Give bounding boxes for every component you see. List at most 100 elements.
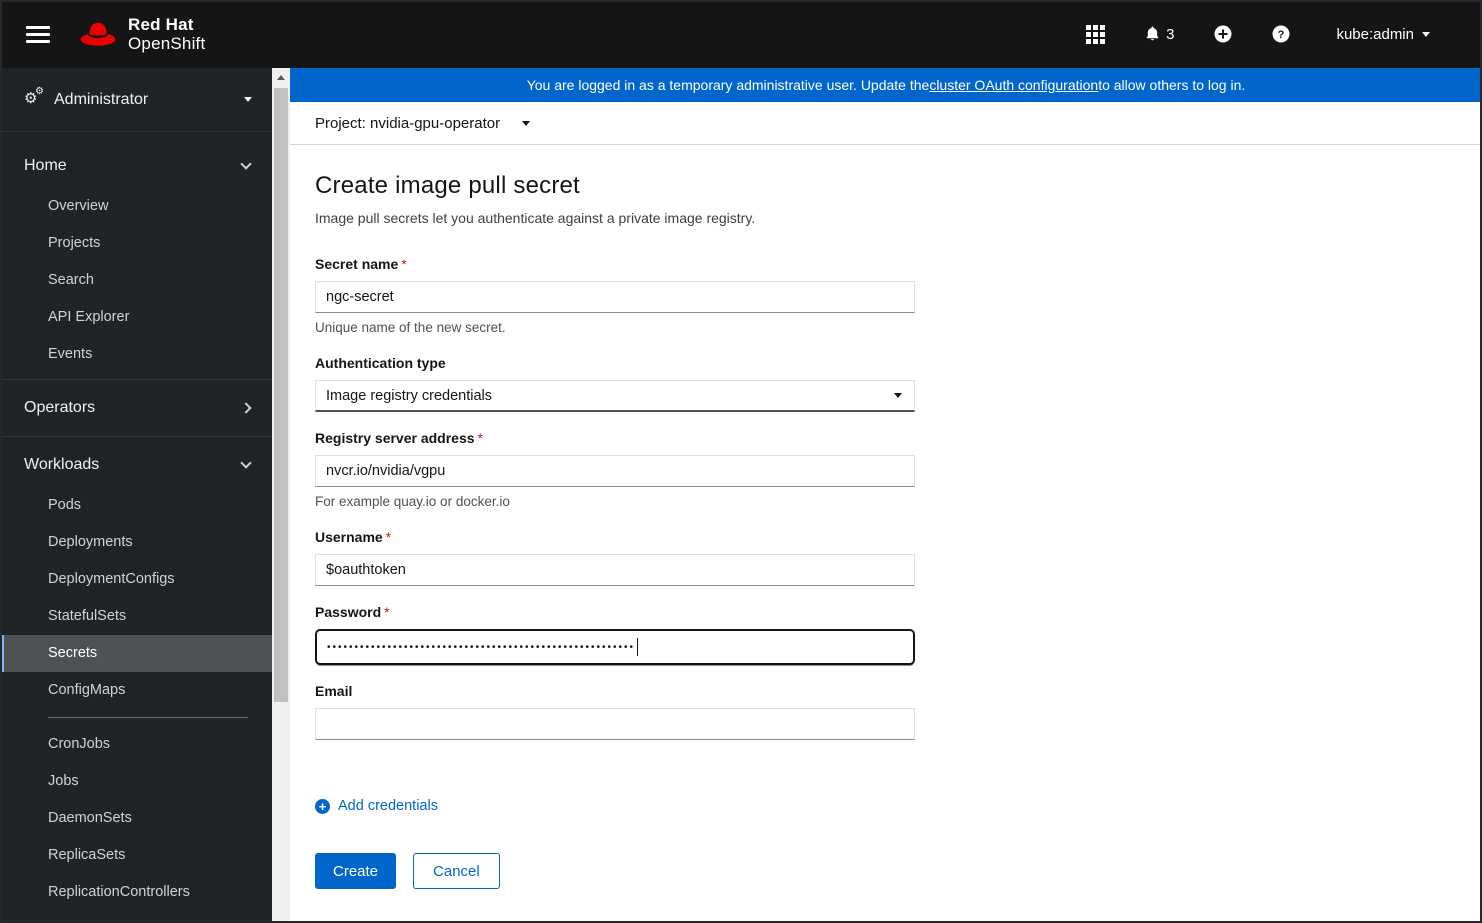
plus-circle-icon: + bbox=[315, 798, 330, 814]
auth-type-label: Authentication type bbox=[315, 355, 446, 371]
sidebar-item-replicationcontrollers[interactable]: ReplicationControllers bbox=[0, 874, 272, 911]
sidebar-item-deploymentconfigs[interactable]: DeploymentConfigs bbox=[0, 561, 272, 598]
scroll-up-arrow-icon[interactable] bbox=[277, 75, 285, 80]
nav-section-operators[interactable]: Operators bbox=[0, 386, 272, 430]
question-circle-icon: ? bbox=[1272, 25, 1290, 43]
masthead: Red Hat OpenShift 3 ? kube:admin bbox=[0, 0, 1482, 68]
password-input[interactable]: ••••••••••••••••••••••••••••••••••••••••… bbox=[315, 629, 915, 665]
sidebar-item-deployments[interactable]: Deployments bbox=[0, 524, 272, 561]
scrollbar-thumb[interactable] bbox=[274, 88, 288, 702]
masthead-toolbar: 3 ? kube:admin bbox=[1046, 24, 1430, 44]
add-credentials-button[interactable]: + Add credentials bbox=[315, 798, 438, 814]
required-asterisk: * bbox=[384, 604, 390, 620]
username-label: Username * bbox=[315, 529, 392, 545]
nav-section-label: Workloads bbox=[24, 456, 100, 473]
banner-text-after: to allow others to log in. bbox=[1098, 77, 1246, 93]
banner-text-before: You are logged in as a temporary adminis… bbox=[526, 77, 930, 93]
form-actions: Create Cancel bbox=[315, 853, 915, 889]
notification-count: 3 bbox=[1166, 25, 1175, 43]
notifications-button[interactable]: 3 bbox=[1145, 26, 1174, 43]
nav-divider bbox=[0, 436, 272, 437]
registry-address-input[interactable] bbox=[315, 455, 915, 487]
red-hat-icon bbox=[80, 22, 116, 46]
sidebar-item-replicasets[interactable]: ReplicaSets bbox=[0, 837, 272, 874]
chevron-down-icon bbox=[240, 457, 252, 469]
nav-divider-inset bbox=[48, 717, 248, 718]
chevron-right-icon bbox=[240, 402, 252, 414]
project-dropdown[interactable]: Project: nvidia-gpu-operator bbox=[315, 115, 500, 132]
brand-logo[interactable]: Red Hat OpenShift bbox=[78, 15, 205, 53]
perspective-switcher[interactable]: ⚙ ⚙ Administrator bbox=[0, 68, 272, 132]
sidebar: ⚙ ⚙ Administrator Home Overview Projects… bbox=[0, 68, 272, 923]
caret-down-icon bbox=[1422, 31, 1430, 37]
sidebar-item-secrets[interactable]: Secrets bbox=[0, 635, 272, 672]
caret-down-icon[interactable] bbox=[522, 120, 531, 126]
registry-address-help: For example quay.io or docker.io bbox=[315, 494, 510, 509]
nav-section-workloads[interactable]: Workloads bbox=[0, 443, 272, 487]
help-button[interactable]: ? bbox=[1272, 25, 1290, 43]
oauth-configuration-link[interactable]: cluster OAuth configuration bbox=[929, 77, 1098, 93]
cogs-icon: ⚙ ⚙ bbox=[24, 85, 44, 107]
perspective-label: Administrator bbox=[54, 90, 149, 108]
main-area: You are logged in as a temporary adminis… bbox=[290, 68, 1482, 923]
sidebar-item-jobs[interactable]: Jobs bbox=[0, 763, 272, 800]
registry-address-group: Registry server address* For example qua… bbox=[315, 429, 915, 511]
brand-text: Red Hat OpenShift bbox=[128, 15, 205, 53]
sidebar-item-pods[interactable]: Pods bbox=[0, 487, 272, 524]
bell-icon bbox=[1146, 26, 1159, 41]
nav-divider bbox=[0, 379, 272, 380]
caret-down-icon bbox=[244, 97, 252, 102]
password-label: Password * bbox=[315, 604, 390, 620]
add-credentials-label: Add credentials bbox=[338, 798, 438, 814]
caret-down-icon bbox=[894, 393, 902, 398]
project-bar: Project: nvidia-gpu-operator bbox=[290, 102, 1482, 145]
brand-line2: OpenShift bbox=[128, 34, 206, 53]
create-secret-form: Secret name* Unique name of the new secr… bbox=[315, 255, 915, 889]
secret-name-help: Unique name of the new secret. bbox=[315, 320, 506, 335]
page-content: Create image pull secret Image pull secr… bbox=[290, 145, 1482, 889]
secret-name-input[interactable] bbox=[315, 281, 915, 313]
app-launcher-button[interactable] bbox=[1086, 24, 1106, 44]
registry-address-label: Registry server address * bbox=[315, 430, 483, 446]
password-masked-value: ••••••••••••••••••••••••••••••••••••••••… bbox=[327, 641, 636, 653]
required-asterisk: * bbox=[401, 256, 407, 272]
page-title: Create image pull secret bbox=[315, 172, 580, 199]
nav-section-label: Operators bbox=[24, 399, 96, 416]
sidebar-scrollbar[interactable] bbox=[272, 68, 290, 923]
auth-type-select[interactable]: Image registry credentials bbox=[315, 380, 915, 412]
username: kube:admin bbox=[1336, 25, 1414, 43]
sidebar-item-configmaps[interactable]: ConfigMaps bbox=[0, 672, 272, 709]
email-label: Email bbox=[315, 683, 353, 699]
sidebar-item-api-explorer[interactable]: API Explorer bbox=[0, 299, 272, 336]
user-menu[interactable]: kube:admin bbox=[1336, 26, 1430, 43]
text-cursor bbox=[637, 638, 639, 656]
sidebar-nav: Home Overview Projects Search API Explor… bbox=[0, 132, 272, 911]
sidebar-item-daemonsets[interactable]: DaemonSets bbox=[0, 800, 272, 837]
chevron-down-icon bbox=[240, 158, 252, 170]
auth-type-group: Authentication type Image registry crede… bbox=[315, 354, 915, 412]
sidebar-item-cronjobs[interactable]: CronJobs bbox=[0, 726, 272, 763]
sidebar-item-search[interactable]: Search bbox=[0, 262, 272, 299]
create-button[interactable]: Create bbox=[315, 853, 397, 889]
nav-section-home[interactable]: Home bbox=[0, 144, 272, 188]
menu-toggle-icon[interactable] bbox=[22, 22, 54, 47]
required-asterisk: * bbox=[477, 430, 483, 446]
import-button[interactable] bbox=[1214, 25, 1232, 43]
login-banner: You are logged in as a temporary adminis… bbox=[290, 68, 1482, 102]
email-group: Email bbox=[315, 682, 915, 740]
username-group: Username * bbox=[315, 528, 915, 586]
sidebar-item-projects[interactable]: Projects bbox=[0, 225, 272, 262]
nav-section-label: Home bbox=[24, 157, 67, 174]
auth-type-selected-value: Image registry credentials bbox=[326, 387, 493, 404]
secret-name-label: Secret name * bbox=[315, 256, 407, 272]
cancel-button[interactable]: Cancel bbox=[413, 853, 500, 889]
sidebar-item-statefulsets[interactable]: StatefulSets bbox=[0, 598, 272, 635]
sidebar-item-events[interactable]: Events bbox=[0, 336, 272, 373]
svg-text:?: ? bbox=[1278, 29, 1285, 41]
required-asterisk: * bbox=[385, 529, 392, 545]
sidebar-item-overview[interactable]: Overview bbox=[0, 188, 272, 225]
username-input[interactable] bbox=[315, 554, 915, 586]
brand-line1: Red Hat bbox=[128, 14, 194, 34]
plus-circle-icon bbox=[1214, 25, 1232, 43]
email-input[interactable] bbox=[315, 708, 915, 740]
